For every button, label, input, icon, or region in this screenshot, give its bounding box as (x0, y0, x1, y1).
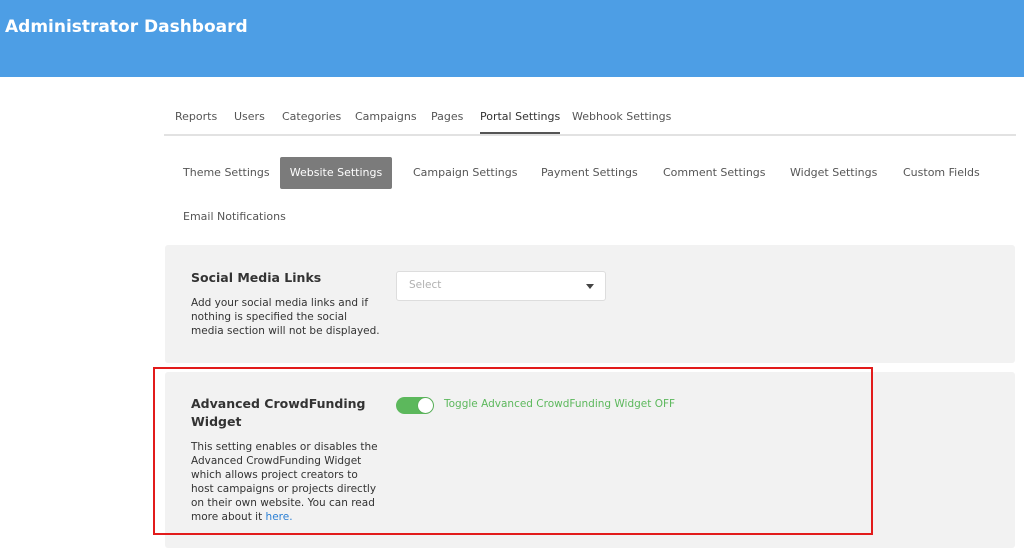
highlight-annotation-box (153, 367, 873, 535)
select-placeholder: Select (409, 279, 442, 291)
tab-portal-settings[interactable]: Portal Settings (480, 110, 561, 134)
social-media-panel: Social Media Links Add your social media… (165, 245, 1015, 363)
tab-pages[interactable]: Pages (431, 110, 463, 132)
tab-webhook-settings[interactable]: Webhook Settings (572, 110, 671, 132)
subtab-custom-fields[interactable]: Custom Fields (903, 157, 980, 189)
main-tab-bar: Reports Users Categories Campaigns Pages… (164, 110, 1016, 136)
subtab-widget-settings[interactable]: Widget Settings (790, 157, 877, 189)
tab-users[interactable]: Users (234, 110, 265, 132)
subtab-payment-settings[interactable]: Payment Settings (541, 157, 638, 189)
tab-categories[interactable]: Categories (282, 110, 341, 132)
app-header: Administrator Dashboard (0, 0, 1024, 77)
subtab-email-notifications[interactable]: Email Notifications (183, 201, 286, 233)
social-media-select[interactable]: Select (396, 271, 606, 301)
caret-down-icon (586, 284, 594, 289)
subtab-campaign-settings[interactable]: Campaign Settings (413, 157, 517, 189)
subtab-website-settings[interactable]: Website Settings (280, 157, 392, 189)
tab-campaigns[interactable]: Campaigns (355, 110, 417, 132)
tab-reports[interactable]: Reports (175, 110, 217, 132)
app-title: Administrator Dashboard (5, 17, 248, 37)
subtab-theme-settings[interactable]: Theme Settings (183, 157, 270, 189)
subtab-comment-settings[interactable]: Comment Settings (663, 157, 766, 189)
social-media-description: Add your social media links and if nothi… (191, 297, 380, 337)
social-media-title: Social Media Links (191, 270, 322, 285)
